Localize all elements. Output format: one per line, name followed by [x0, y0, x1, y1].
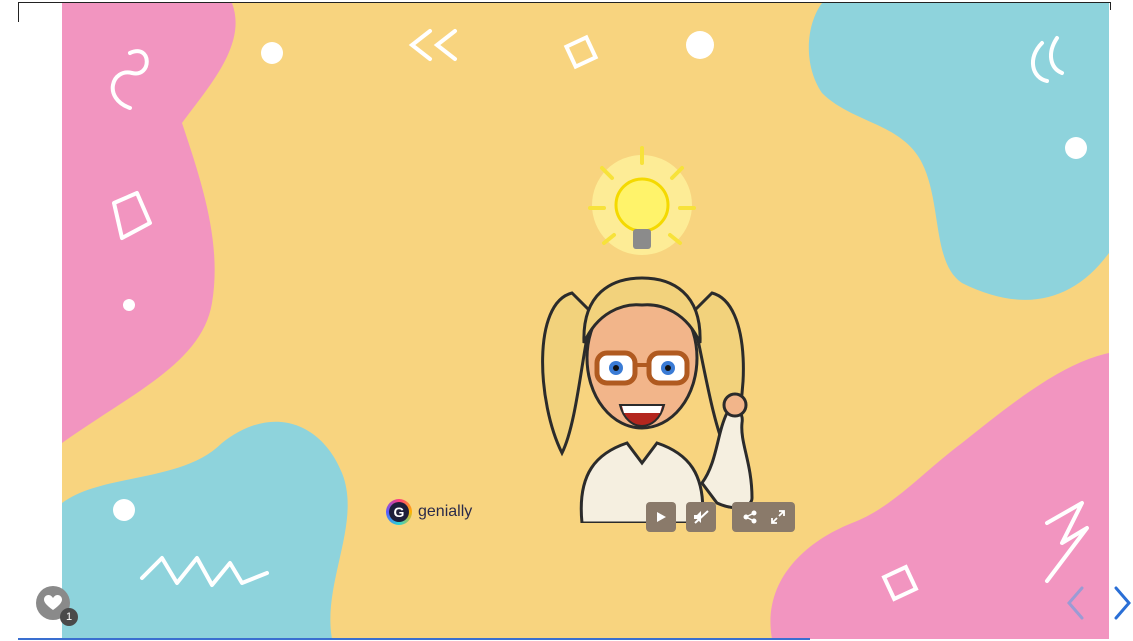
cyan-blob-bottom-left — [62, 421, 348, 639]
mute-icon — [694, 510, 709, 524]
heart-icon — [44, 595, 62, 610]
dot-decoration — [686, 31, 714, 59]
dot-decoration — [113, 499, 135, 521]
genially-logo[interactable]: G genially — [386, 499, 472, 525]
lightbulb-icon — [614, 177, 670, 233]
mute-button[interactable] — [686, 502, 716, 532]
lightbulb-base — [633, 229, 651, 249]
like-count-badge: 1 — [60, 608, 78, 626]
progress-bar — [18, 638, 810, 640]
share-fullscreen-group — [732, 502, 795, 532]
dot-decoration — [1065, 137, 1087, 159]
pink-blob-bottom-right — [770, 353, 1109, 639]
presentation-slide: G genially — [62, 3, 1109, 639]
chevron-right-icon[interactable] — [1112, 584, 1133, 622]
cyan-blob-top-right — [808, 3, 1109, 300]
share-icon[interactable] — [743, 510, 757, 524]
diamond-decoration — [563, 34, 599, 70]
chevron-decoration — [408, 29, 457, 61]
raised-arm — [700, 407, 754, 510]
play-icon — [657, 512, 666, 522]
genially-wordmark: genially — [418, 503, 473, 520]
genially-g-icon: G — [386, 499, 412, 525]
hand — [722, 392, 748, 418]
hair-pigtail-left — [541, 291, 594, 457]
right-border — [1110, 2, 1111, 10]
sweater — [579, 441, 705, 523]
fullscreen-icon[interactable] — [770, 510, 785, 524]
chevron-left-icon[interactable] — [1064, 584, 1086, 622]
play-button[interactable] — [646, 502, 676, 532]
dot-decoration — [261, 42, 283, 64]
avatar-illustration — [541, 146, 754, 523]
dot-decoration — [123, 299, 135, 311]
left-border — [18, 2, 19, 22]
